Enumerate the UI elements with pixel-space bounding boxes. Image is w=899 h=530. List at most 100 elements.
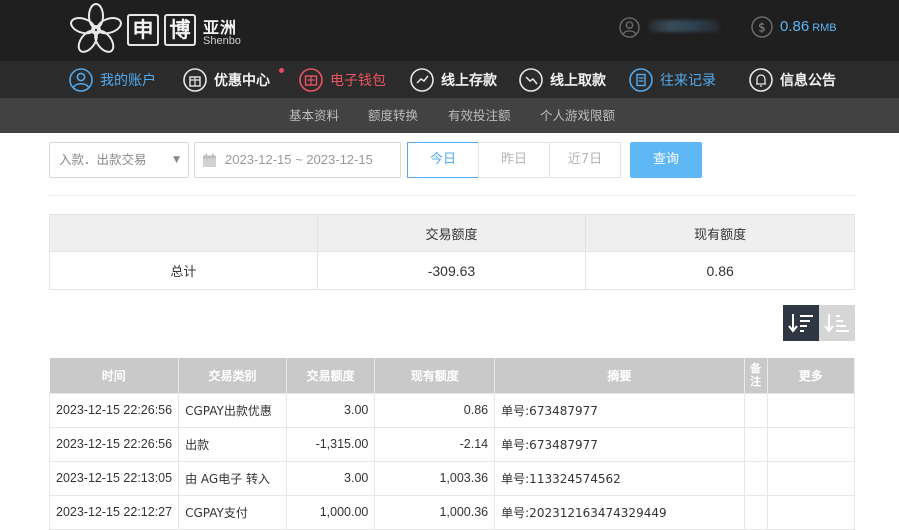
cell-summary: 单号:673487977 [494, 392, 745, 428]
col-summary[interactable]: 摘要 [494, 358, 745, 393]
date-range-value: 2023-12-15 ~ 2023-12-15 [225, 152, 373, 167]
cell-amount: 3.00 [285, 460, 376, 496]
notification-dot [279, 68, 284, 73]
nav-withdraw-label: 线上取款 [550, 72, 606, 89]
cell-time: 2023-12-15 22:26:56 [48, 426, 180, 462]
subnav-credit-transfer[interactable]: 额度转换 [368, 98, 418, 133]
balance-amount: 0.86 [780, 18, 810, 35]
nav-records[interactable]: 往来记录 [628, 61, 716, 98]
nav-announcements[interactable]: 信息公告 [748, 61, 836, 98]
summary-header-blank [49, 214, 318, 252]
cell-more[interactable] [766, 392, 856, 428]
cell-remark [743, 460, 768, 496]
cell-amount: 3.00 [285, 392, 376, 428]
quick-7days-button[interactable]: 近7日 [549, 142, 621, 178]
cell-time: 2023-12-15 22:12:27 [48, 494, 180, 530]
cell-type: 出款 [178, 426, 287, 462]
transactions-table: 时间 交易类别 交易额度 现有额度 摘要 备注 更多 2023-12-15 22… [48, 358, 856, 530]
summary-header-amount: 交易额度 [316, 214, 587, 252]
calendar-icon [203, 153, 216, 167]
logo-char-shen: 申 [127, 14, 159, 46]
chevron-down-icon: ▼ [173, 155, 180, 165]
nav-announcements-label: 信息公告 [780, 72, 836, 89]
cell-more[interactable] [766, 494, 856, 530]
sort-desc-button[interactable] [783, 305, 819, 341]
table-row[interactable]: 2023-12-15 22:12:27 CGPAY支付 1,000.00 1,0… [48, 494, 856, 530]
cell-balance: 1,000.36 [374, 494, 496, 530]
sort-asc-button[interactable] [819, 305, 855, 341]
nav-records-label: 往来记录 [660, 72, 716, 89]
col-type[interactable]: 交易类别 [178, 358, 287, 393]
col-remark[interactable]: 备注 [744, 358, 768, 393]
gift-icon [183, 67, 207, 92]
summary-total-amount: -309.63 [316, 251, 587, 290]
cell-type: CGPAY支付 [178, 494, 287, 530]
bell-icon [749, 67, 773, 92]
cell-balance: -2.14 [374, 426, 496, 462]
cell-balance: 0.86 [374, 392, 496, 428]
transaction-type-select[interactable]: 入款．出款交易 ▼ [49, 142, 189, 178]
summary-total-label: 总计 [49, 251, 318, 290]
cell-summary: 单号:202312163474329449 [494, 494, 745, 530]
cell-summary: 单号:673487977 [494, 426, 745, 462]
transaction-type-value: 入款．出款交易 [59, 152, 147, 167]
table-row[interactable]: 2023-12-15 22:26:56 CGPAY出款优惠 3.00 0.86 … [48, 392, 856, 428]
nav-ewallet-label: 电子钱包 [330, 72, 386, 89]
nav-my-account-label: 我的账户 [100, 72, 156, 89]
sub-nav: 基本资料 额度转换 有效投注额 个人游戏限额 [0, 98, 899, 133]
main-nav: 我的账户 优惠中心 电子钱包 线上存款 线上取款 往来记录 信息公告 [0, 61, 899, 98]
user-icon[interactable] [619, 17, 640, 38]
nav-my-account[interactable]: 我的账户 [68, 61, 156, 98]
cell-type: 由 AG电子 转入 [178, 460, 287, 496]
subnav-game-limits[interactable]: 个人游戏限额 [540, 98, 615, 133]
cell-remark [743, 392, 768, 428]
summary-total-balance: 0.86 [585, 251, 855, 290]
logo-char-bo: 博 [164, 14, 196, 46]
col-balance[interactable]: 现有额度 [374, 358, 496, 393]
cell-amount: 1,000.00 [285, 494, 376, 530]
logo-char-shen-text: 申 [132, 18, 154, 42]
logo-char-bo-text: 博 [169, 18, 191, 42]
sort-asc-icon [824, 314, 849, 333]
username-redacted [648, 20, 720, 32]
summary-header-balance: 现有额度 [585, 214, 855, 252]
summary-header-row: 交易额度 现有额度 [49, 214, 855, 252]
wallet-icon [299, 67, 323, 92]
divider [49, 195, 855, 196]
flower-logo-icon[interactable] [66, 2, 126, 56]
summary-table: 交易额度 现有额度 总计 -309.63 0.86 [49, 214, 855, 290]
sort-desc-icon [788, 314, 813, 333]
cell-more[interactable] [766, 426, 856, 462]
cell-time: 2023-12-15 22:13:05 [48, 460, 180, 496]
cell-more[interactable] [766, 460, 856, 496]
query-button[interactable]: 查询 [630, 142, 702, 178]
subnav-valid-bets[interactable]: 有效投注额 [448, 98, 511, 133]
table-row[interactable]: 2023-12-15 22:13:05 由 AG电子 转入 3.00 1,003… [48, 460, 856, 496]
cell-summary: 单号:113324574562 [494, 460, 745, 496]
nav-deposit-label: 线上存款 [441, 72, 497, 89]
cell-remark [743, 426, 768, 462]
quick-yesterday-button[interactable]: 昨日 [478, 142, 550, 178]
nav-withdraw[interactable]: 线上取款 [518, 61, 606, 98]
col-amount[interactable]: 交易额度 [286, 358, 376, 393]
col-time[interactable]: 时间 [49, 358, 180, 393]
nav-promotions[interactable]: 优惠中心 [182, 61, 270, 98]
logo-english: Shenbo [203, 35, 241, 47]
nav-deposit[interactable]: 线上存款 [409, 61, 497, 98]
cell-remark [743, 494, 768, 530]
quick-today-button[interactable]: 今日 [407, 142, 479, 178]
balance-currency: RMB [812, 22, 837, 34]
balance: 0.86 RMB [780, 18, 837, 35]
cell-balance: 1,003.36 [374, 460, 496, 496]
summary-row: 总计 -309.63 0.86 [49, 251, 855, 290]
nav-ewallet[interactable]: 电子钱包 [298, 61, 386, 98]
cell-type: CGPAY出款优惠 [178, 392, 287, 428]
subnav-basic-info[interactable]: 基本资料 [289, 98, 339, 133]
col-more[interactable]: 更多 [767, 358, 856, 393]
deposit-icon [410, 67, 434, 92]
table-row[interactable]: 2023-12-15 22:26:56 出款 -1,315.00 -2.14 单… [48, 426, 856, 462]
cell-time: 2023-12-15 22:26:56 [48, 392, 180, 428]
user-circle-icon [69, 67, 93, 92]
top-header: 申博 申 博 亚洲 Shenbo $ 0.86RMB [0, 0, 899, 61]
date-range-input[interactable]: 2023-12-15 ~ 2023-12-15 [194, 142, 401, 178]
